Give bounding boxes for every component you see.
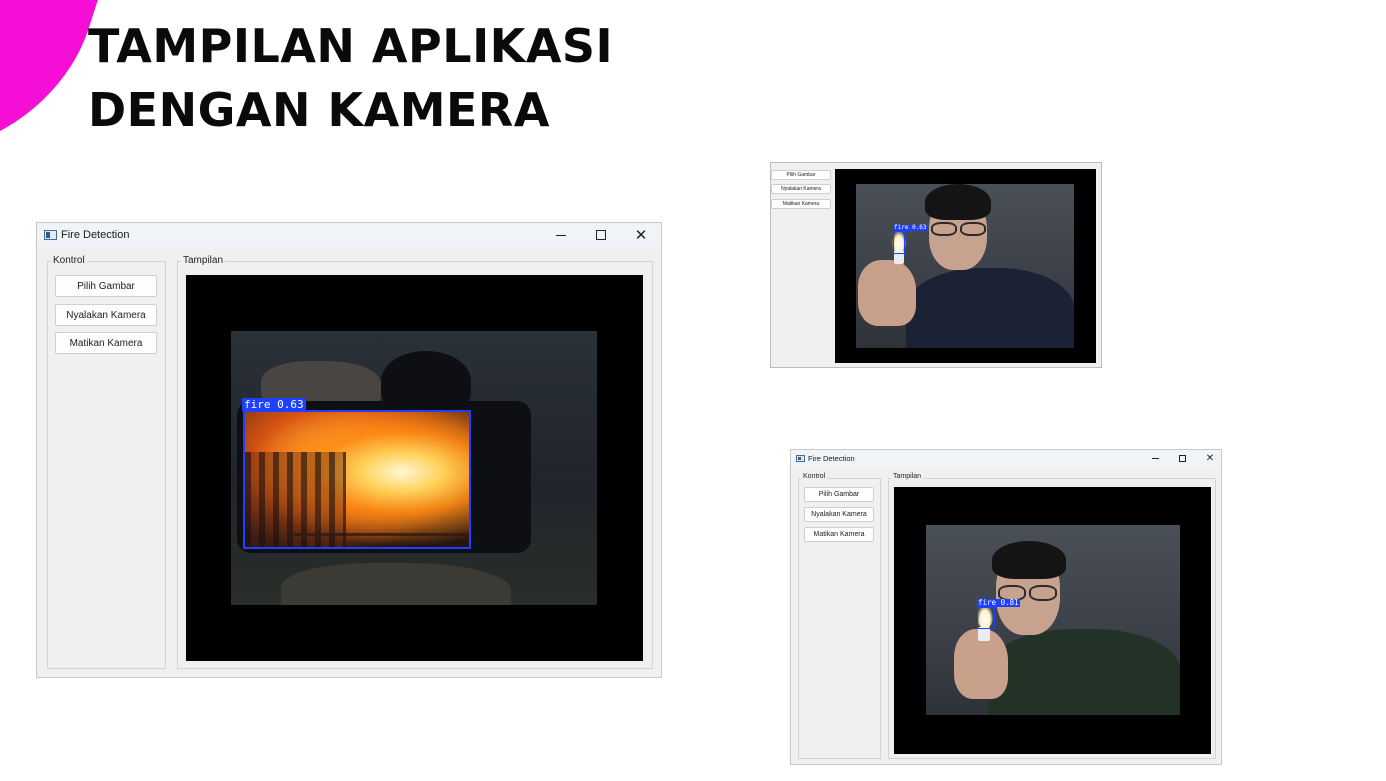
close-button[interactable]: ✕ [621, 223, 661, 247]
select-image-button[interactable]: Pilih Gambar [771, 170, 831, 180]
person-glasses-right [1029, 585, 1057, 601]
detection-box [977, 607, 995, 629]
detection-confidence: 0.81 [1000, 598, 1019, 607]
minimize-button[interactable] [541, 223, 581, 247]
detection-class: fire [244, 398, 271, 411]
slide-title-line-1: TAMPILAN APLIKASI [88, 19, 614, 73]
detection-confidence: 0.63 [277, 398, 304, 411]
person-glasses-right [960, 222, 986, 236]
controls-group-label: Kontrol [51, 255, 87, 266]
person-hair [925, 184, 991, 220]
close-icon: ✕ [634, 227, 648, 244]
window-app-icon [796, 455, 805, 462]
detection-class: fire [894, 224, 909, 231]
lighter [978, 627, 990, 641]
detection-label: fire 0.63 [242, 398, 306, 411]
window-title: Fire Detection [808, 454, 855, 463]
stop-camera-button[interactable]: Matikan Kamera [804, 527, 874, 542]
slide-title: TAMPILAN APLIKASI DENGAN KAMERA [88, 14, 613, 142]
start-camera-button[interactable]: Nyalakan Kamera [804, 507, 874, 522]
select-image-button[interactable]: Pilih Gambar [804, 487, 874, 502]
close-icon: ✕ [1205, 453, 1215, 464]
fire-detection-window-cropped: Pilih Gambar Nyalakan Kamera Matikan Kam… [770, 162, 1102, 368]
detection-label: fire 0.63 [893, 225, 928, 231]
minimize-button[interactable] [1141, 450, 1169, 467]
person-glasses [931, 222, 957, 236]
maximize-icon [1178, 455, 1186, 462]
window-titlebar[interactable]: Fire Detection ✕ [37, 223, 661, 247]
view-group-label: Tampilan [181, 255, 226, 266]
person-hand [858, 260, 916, 326]
start-camera-button[interactable]: Nyalakan Kamera [55, 304, 157, 326]
camera-frame: fire 0.81 [926, 525, 1180, 715]
window-app-icon [44, 230, 57, 240]
person-shirt [988, 629, 1180, 715]
controls-group-label: Kontrol [801, 473, 828, 480]
detection-class: fire [978, 598, 997, 607]
close-button[interactable]: ✕ [1196, 450, 1221, 467]
fire-detection-window-main: Fire Detection ✕ Kontrol Pilih Gambar Ny… [36, 222, 662, 678]
camera-frame: fire 0.63 [856, 184, 1074, 348]
minimize-icon [1151, 458, 1159, 459]
slide-title-line-2: DENGAN KAMERA [88, 83, 550, 137]
start-camera-button[interactable]: Nyalakan Kamera [771, 184, 831, 194]
maximize-button[interactable] [581, 223, 621, 247]
window-titlebar[interactable]: Fire Detection ✕ [791, 450, 1221, 467]
select-image-button[interactable]: Pilih Gambar [55, 275, 157, 297]
detection-box [243, 410, 471, 549]
camera-viewport: fire 0.63 [835, 169, 1096, 363]
window-title: Fire Detection [61, 229, 130, 241]
detection-box [893, 231, 905, 254]
detection-label: fire 0.81 [977, 599, 1020, 607]
fire-detection-window-second: Fire Detection ✕ Kontrol Pilih Gambar Ny… [790, 449, 1222, 765]
stop-camera-button[interactable]: Matikan Kamera [55, 332, 157, 354]
maximize-icon [596, 230, 606, 240]
holding-hand-bottom [281, 563, 511, 605]
person-hair [992, 541, 1066, 579]
camera-frame: fire 0.63 [231, 331, 597, 605]
minimize-icon [556, 234, 566, 236]
camera-viewport: fire 0.81 [894, 487, 1211, 754]
detection-confidence: 0.63 [912, 224, 927, 231]
view-group-label: Tampilan [891, 473, 924, 480]
stop-camera-button[interactable]: Matikan Kamera [771, 199, 831, 209]
maximize-button[interactable] [1168, 450, 1196, 467]
camera-viewport: fire 0.63 [186, 275, 643, 661]
person-shirt [906, 268, 1074, 348]
